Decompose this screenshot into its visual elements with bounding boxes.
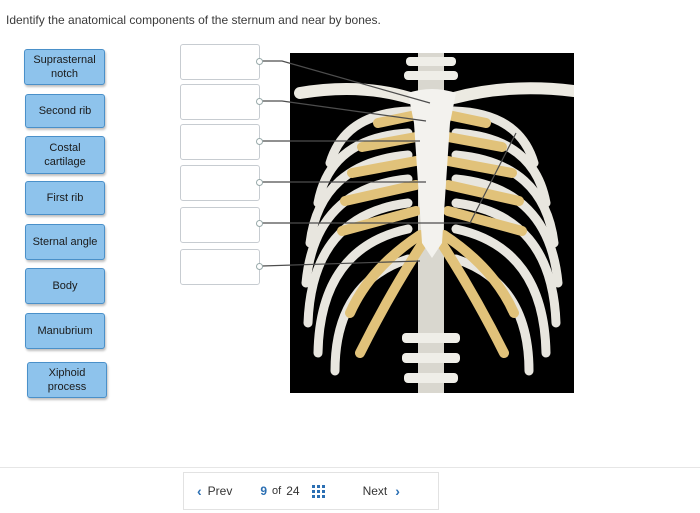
label-costal-cartilage[interactable]: Costal cartilage <box>25 136 105 174</box>
footer-divider <box>0 467 700 468</box>
total-pages: 24 <box>286 484 300 498</box>
chevron-right-icon: › <box>395 483 400 499</box>
drop-zone-5-connector <box>256 220 263 227</box>
rib-cage-image <box>290 53 580 393</box>
label-sternal-angle[interactable]: Sternal angle <box>25 224 105 260</box>
drop-zone-6-connector <box>256 263 263 270</box>
label-suprasternal-notch[interactable]: Suprasternal notch <box>24 49 105 85</box>
drop-zone-3[interactable] <box>180 124 260 160</box>
question-pager: ‹ Prev 9 of 24 Next › <box>183 472 439 510</box>
drop-zone-3-connector <box>256 138 263 145</box>
drop-zone-1[interactable] <box>180 44 260 80</box>
prev-button[interactable]: ‹ Prev <box>197 483 232 499</box>
prev-label: Prev <box>207 484 233 498</box>
drop-zone-5[interactable] <box>180 207 260 243</box>
current-page: 9 <box>260 484 268 498</box>
next-label: Next <box>362 484 388 498</box>
label-body[interactable]: Body <box>25 268 105 304</box>
label-xiphoid-process[interactable]: Xiphoid process <box>27 362 107 398</box>
rib-cage-drawing <box>294 53 580 393</box>
drop-zone-6[interactable] <box>180 249 260 285</box>
drop-zone-4-connector <box>256 179 263 186</box>
next-button[interactable]: Next › <box>363 483 400 499</box>
drop-zone-4[interactable] <box>180 165 260 201</box>
drop-zone-2[interactable] <box>180 84 260 120</box>
label-manubrium[interactable]: Manubrium <box>25 313 105 349</box>
drop-zone-1-connector <box>256 58 263 65</box>
page-indicator: 9 of 24 <box>260 484 325 498</box>
question-text: Identify the anatomical components of th… <box>6 13 381 27</box>
chevron-left-icon: ‹ <box>197 483 202 499</box>
drop-zone-2-connector <box>256 98 263 105</box>
label-first-rib[interactable]: First rib <box>25 181 105 215</box>
grid-icon[interactable] <box>311 484 325 498</box>
label-second-rib[interactable]: Second rib <box>25 94 105 128</box>
page-of-label: of <box>272 485 282 497</box>
